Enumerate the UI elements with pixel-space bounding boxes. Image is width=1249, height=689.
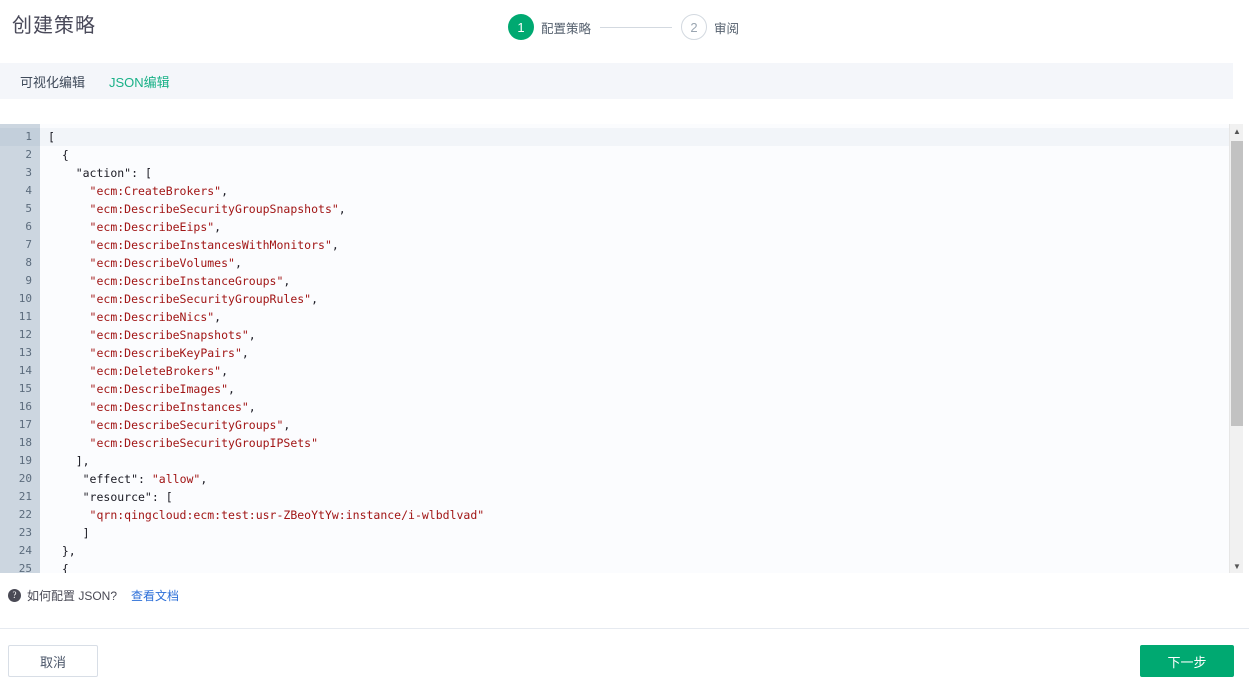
code-line[interactable]: "ecm:DeleteBrokers", (40, 362, 1243, 380)
editor-vertical-scrollbar[interactable]: ▲ ▼ (1229, 124, 1243, 573)
line-number: 5 (25, 202, 32, 215)
line-number: 14 (18, 364, 32, 377)
line-number: 15 (18, 382, 32, 395)
page-header: 创建策略 1 配置策略 2 审阅 (0, 0, 1249, 63)
line-number: 11 (18, 310, 32, 323)
tab-visual-editor[interactable]: 可视化编辑 (20, 72, 85, 91)
code-line[interactable]: "resource": [ (40, 488, 1243, 506)
scroll-down-arrow[interactable]: ▼ (1230, 559, 1243, 573)
code-line[interactable]: "ecm:DescribeVolumes", (40, 254, 1243, 272)
step-2: 2 审阅 (681, 14, 739, 40)
line-number: 19 (18, 454, 32, 467)
code-line[interactable]: "ecm:DescribeEips", (40, 218, 1243, 236)
json-editor[interactable]: 1 2 3 4 5 6 7 8 9 10 11 12 13 14 15 16 17 18 19 20 21 22 23 24 2… (0, 124, 1243, 573)
line-number: 3 (25, 166, 32, 179)
line-number: 18 (18, 436, 32, 449)
line-number: 24 (18, 544, 32, 557)
line-number: 9 (25, 274, 32, 287)
code-line[interactable]: "ecm:DescribeSecurityGroupSnapshots", (40, 200, 1243, 218)
line-number: 16 (18, 400, 32, 413)
code-line[interactable]: "action": [ (40, 164, 1243, 182)
code-line[interactable]: }, (40, 542, 1243, 560)
help-text: 如何配置 JSON? (27, 588, 118, 603)
step-2-label: 审阅 (714, 21, 740, 36)
line-number: 17 (18, 418, 32, 431)
line-number: 8 (25, 256, 32, 269)
line-number: 1 (0, 128, 40, 146)
code-area[interactable]: [ { "action": [ "ecm:CreateBrokers", "ec… (40, 124, 1243, 573)
next-step-button[interactable]: 下一步 (1140, 645, 1234, 677)
code-line[interactable]: "effect": "allow", (40, 470, 1243, 488)
line-number: 6 (25, 220, 32, 233)
step-2-circle: 2 (681, 14, 708, 40)
code-line[interactable]: "ecm:DescribeInstanceGroups", (40, 272, 1243, 290)
line-number: 2 (25, 148, 32, 161)
question-mark-icon: ? (8, 588, 21, 602)
line-number: 4 (25, 184, 32, 197)
tab-json-editor[interactable]: JSON编辑 (109, 72, 170, 91)
view-documentation-link[interactable]: 查看文档 (131, 587, 179, 604)
help-row: ? 如何配置 JSON? 查看文档 (0, 583, 179, 607)
line-number: 21 (18, 490, 32, 503)
line-number: 25 (18, 562, 32, 573)
code-line[interactable]: "ecm:DescribeSecurityGroupIPSets" (40, 434, 1243, 452)
scrollbar-thumb[interactable] (1231, 141, 1243, 426)
code-line[interactable]: "ecm:DescribeInstances", (40, 398, 1243, 416)
code-line[interactable]: [ (40, 128, 1243, 146)
step-indicator: 1 配置策略 2 审阅 (508, 13, 739, 41)
line-number: 7 (25, 238, 32, 251)
code-line[interactable]: ] (40, 524, 1243, 542)
line-number: 23 (18, 526, 32, 539)
code-line[interactable]: "ecm:CreateBrokers", (40, 182, 1243, 200)
page-title: 创建策略 (12, 15, 96, 37)
code-line[interactable]: "ecm:DescribeSnapshots", (40, 326, 1243, 344)
line-number-gutter: 1 2 3 4 5 6 7 8 9 10 11 12 13 14 15 16 17 18 19 20 21 22 23 24 2… (0, 124, 40, 573)
code-line[interactable]: "ecm:DescribeKeyPairs", (40, 344, 1243, 362)
cancel-button[interactable]: 取消 (8, 645, 98, 677)
code-line[interactable]: "ecm:DescribeSecurityGroups", (40, 416, 1243, 434)
line-number: 13 (18, 346, 32, 359)
line-number: 12 (18, 328, 32, 341)
code-line[interactable]: { (40, 560, 1243, 573)
step-1-circle: 1 (508, 14, 534, 40)
editor-mode-tabbar: 可视化编辑 JSON编辑 (0, 63, 1233, 99)
line-number: 10 (18, 292, 32, 305)
code-line[interactable]: "ecm:DescribeImages", (40, 380, 1243, 398)
scroll-up-arrow[interactable]: ▲ (1230, 124, 1243, 138)
step-1-label: 配置策略 (541, 21, 592, 36)
code-line[interactable]: "ecm:DescribeNics", (40, 308, 1243, 326)
footer-divider (0, 628, 1249, 629)
code-line[interactable]: ], (40, 452, 1243, 470)
code-line[interactable]: "ecm:DescribeInstancesWithMonitors", (40, 236, 1243, 254)
line-number: 20 (18, 472, 32, 485)
code-line[interactable]: "ecm:DescribeSecurityGroupRules", (40, 290, 1243, 308)
step-connector-line (600, 26, 673, 28)
code-line[interactable]: "qrn:qingcloud:ecm:test:usr-ZBeoYtYw:ins… (40, 506, 1243, 524)
line-number: 22 (18, 508, 32, 521)
step-1: 1 配置策略 (508, 14, 591, 40)
code-line[interactable]: { (40, 146, 1243, 164)
